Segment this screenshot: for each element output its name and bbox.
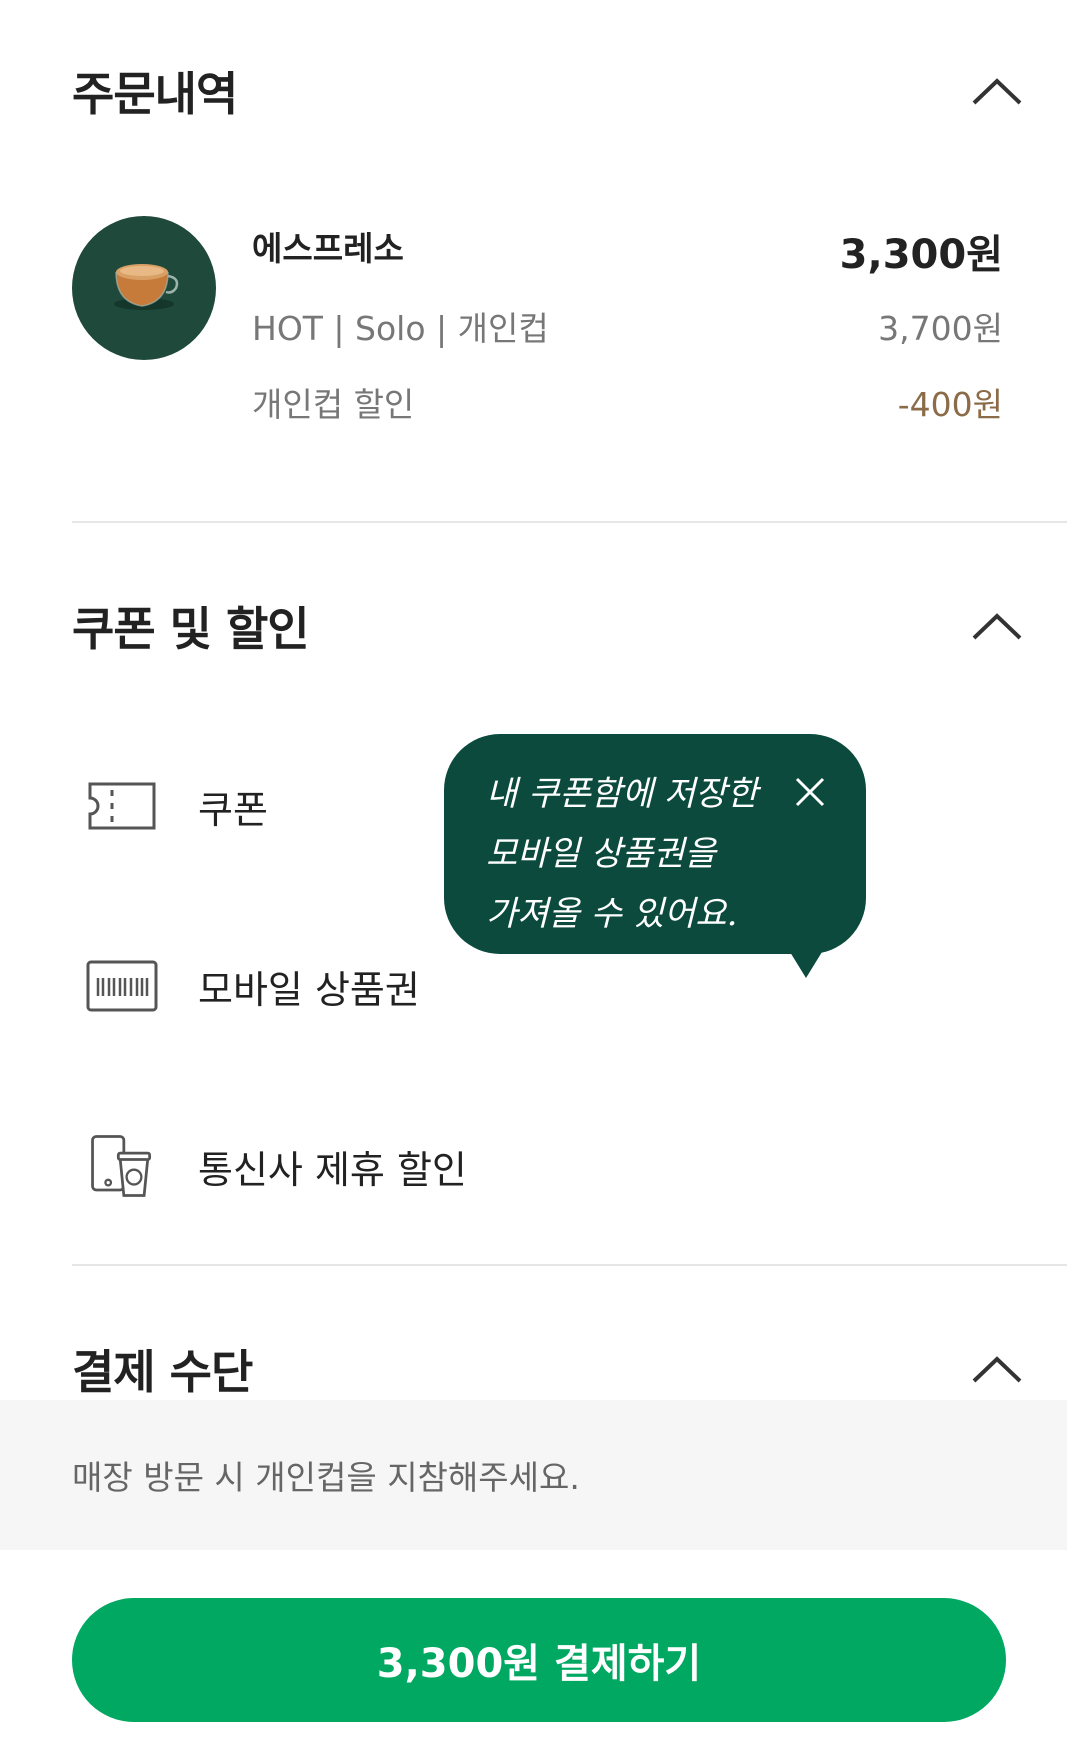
- coupon-label: 쿠폰: [198, 787, 268, 832]
- coupon-section-header: 쿠폰 및 할인: [72, 591, 1027, 661]
- order-section-header: 주문내역: [72, 56, 1027, 126]
- discount-label: 개인컵 할인: [252, 385, 415, 424]
- tooltip-text-line: 내 쿠폰함에 저장한: [486, 774, 758, 814]
- mobile-gift-card-option[interactable]: 모바일 상품권: [84, 946, 420, 1026]
- payment-section-title: 결제 수단: [72, 1345, 253, 1399]
- pay-button[interactable]: 3,300원 결제하기: [72, 1598, 1006, 1722]
- product-name: 에스프레소: [252, 229, 404, 268]
- divider: [72, 1264, 1067, 1266]
- chevron-up-icon[interactable]: [967, 71, 1027, 111]
- chevron-up-icon[interactable]: [967, 606, 1027, 646]
- divider: [72, 521, 1067, 523]
- tooltip-text-line: 모바일 상품권을: [486, 834, 716, 874]
- telecom-discount-option[interactable]: 통신사 제휴 할인: [84, 1126, 467, 1206]
- notice-text: 매장 방문 시 개인컵을 지참해주세요.: [72, 1458, 580, 1497]
- mobile-gift-card-label: 모바일 상품권: [198, 967, 420, 1012]
- product-price: 3,300원: [839, 232, 1003, 278]
- close-icon[interactable]: [792, 774, 828, 810]
- espresso-image: [72, 216, 216, 360]
- discount-value: -400원: [897, 385, 1003, 424]
- phone-cup-icon: [84, 1131, 160, 1201]
- ticket-icon: [84, 771, 160, 841]
- tooltip-text-line: 가져올 수 있어요.: [486, 894, 738, 934]
- personal-cup-notice: 매장 방문 시 개인컵을 지참해주세요.: [0, 1400, 1067, 1550]
- order-item: 에스프레소 3,300원 HOT | Solo | 개인컵 3,700원 개인컵…: [72, 210, 1003, 450]
- gift-card-tooltip: 내 쿠폰함에 저장한 모바일 상품권을 가져올 수 있어요.: [444, 734, 866, 978]
- order-section-title: 주문내역: [72, 67, 238, 121]
- coupon-section-title: 쿠폰 및 할인: [72, 602, 310, 656]
- telecom-discount-label: 통신사 제휴 할인: [198, 1147, 467, 1192]
- original-price: 3,700원: [878, 309, 1003, 348]
- gift-card-barcode-icon: [84, 951, 160, 1021]
- payment-section-header: 결제 수단: [72, 1334, 1027, 1404]
- chevron-up-icon[interactable]: [967, 1349, 1027, 1389]
- coupon-option[interactable]: 쿠폰: [84, 766, 268, 846]
- product-options: HOT | Solo | 개인컵: [252, 309, 549, 348]
